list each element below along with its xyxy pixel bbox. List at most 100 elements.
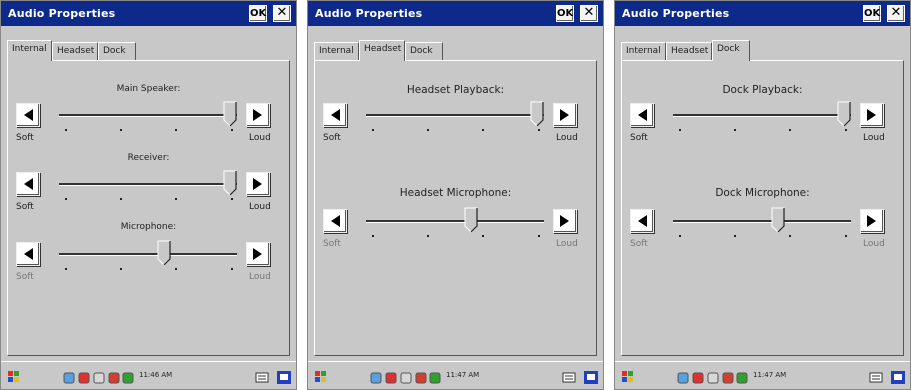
slider-tick — [733, 129, 736, 131]
keyboard-icon[interactable] — [869, 369, 883, 383]
decrease-button[interactable] — [16, 172, 40, 196]
loud-label: Loud — [249, 133, 271, 143]
taskbar: 11:46 AM — [1, 361, 296, 389]
arrow-right-icon — [253, 248, 262, 260]
decrease-button[interactable] — [323, 209, 347, 233]
arrow-left-icon — [24, 248, 33, 260]
sound-icon — [722, 369, 736, 384]
slider-tick — [481, 235, 484, 237]
slider-tick — [65, 129, 67, 131]
close-button[interactable]: ✕ — [273, 5, 291, 22]
slider-tick — [481, 129, 484, 131]
slider-thumb[interactable] — [464, 207, 478, 237]
slider-track[interactable] — [673, 220, 851, 223]
tab-dock[interactable]: Dock — [712, 40, 750, 61]
increase-button[interactable] — [553, 209, 577, 233]
loud-label: Loud — [556, 133, 578, 143]
network-icon — [677, 369, 691, 384]
slider-tick — [372, 235, 374, 237]
battery-icon — [122, 369, 136, 384]
slider-thumb[interactable] — [837, 101, 851, 131]
close-button[interactable]: ✕ — [887, 5, 905, 22]
slider-thumb[interactable] — [530, 101, 544, 131]
soft-label: Soft — [16, 133, 34, 143]
ok-button[interactable]: OK — [863, 5, 881, 22]
battery-icon — [429, 369, 443, 384]
slider-thumb[interactable] — [771, 207, 785, 237]
soft-label: Soft — [16, 272, 34, 282]
slider-track[interactable] — [59, 114, 237, 117]
close-button[interactable]: ✕ — [580, 5, 598, 22]
tab-dock[interactable]: Dock — [405, 42, 443, 60]
slider-label: Receiver: — [127, 153, 170, 163]
slider-tick — [65, 268, 67, 270]
arrow-right-icon — [867, 215, 876, 227]
arrow-right-icon — [560, 109, 569, 121]
slider-tick — [65, 198, 67, 200]
tab-headset[interactable]: Headset — [359, 40, 405, 61]
arrow-right-icon — [867, 109, 876, 121]
clock-text: 11:47 AM — [753, 371, 787, 379]
arrow-right-icon — [560, 215, 569, 227]
decrease-button[interactable] — [630, 209, 654, 233]
audio-properties-window: Audio Properties OK ✕ Internal Headset Dock Ma… — [0, 0, 297, 390]
slider-label: Dock Playback: — [722, 84, 803, 96]
arrow-right-icon — [253, 178, 262, 190]
tab-internal[interactable]: Internal — [314, 42, 359, 60]
increase-button[interactable] — [860, 103, 884, 127]
tab-dock[interactable]: Dock — [98, 42, 136, 60]
soft-label: Soft — [630, 133, 648, 143]
slider-thumb[interactable] — [223, 101, 237, 131]
slider-track[interactable] — [59, 253, 237, 256]
slider-track[interactable] — [366, 220, 544, 223]
loud-label: Loud — [249, 202, 271, 212]
slider-tick — [119, 198, 122, 200]
arrow-left-icon — [638, 109, 647, 121]
slider-tick — [426, 129, 429, 131]
increase-button[interactable] — [246, 103, 270, 127]
slider-tick — [119, 268, 122, 270]
window-title: Audio Properties — [315, 7, 423, 20]
increase-button[interactable] — [860, 209, 884, 233]
keyboard-icon[interactable] — [255, 369, 269, 383]
desktop-icon[interactable] — [277, 369, 291, 384]
slider-tick — [174, 129, 177, 131]
network-icon — [707, 369, 721, 384]
slider-tick — [679, 235, 681, 237]
slider-tick — [426, 235, 429, 237]
start-icon[interactable] — [7, 369, 21, 383]
slider-track[interactable] — [366, 114, 544, 117]
slider-thumb[interactable] — [157, 240, 171, 270]
slider-track[interactable] — [59, 183, 237, 186]
ok-button[interactable]: OK — [556, 5, 574, 22]
decrease-button[interactable] — [630, 103, 654, 127]
start-icon[interactable] — [621, 369, 635, 383]
title-bar: Audio Properties OK ✕ — [1, 1, 296, 26]
increase-button[interactable] — [246, 172, 270, 196]
tab-internal[interactable]: Internal — [7, 40, 52, 61]
decrease-button[interactable] — [16, 242, 40, 266]
start-icon[interactable] — [314, 369, 328, 383]
slider-tick — [119, 129, 122, 131]
keyboard-icon[interactable] — [562, 369, 576, 383]
slider-tick — [788, 129, 791, 131]
network-icon — [692, 369, 706, 384]
increase-button[interactable] — [246, 242, 270, 266]
tab-headset[interactable]: Headset — [52, 42, 98, 60]
loud-label: Loud — [249, 272, 271, 282]
slider-tick — [733, 235, 736, 237]
network-icon — [63, 369, 77, 384]
tab-internal[interactable]: Internal — [621, 42, 666, 60]
slider-thumb[interactable] — [223, 170, 237, 200]
desktop-icon[interactable] — [584, 369, 598, 384]
soft-label: Soft — [630, 239, 648, 249]
increase-button[interactable] — [553, 103, 577, 127]
title-bar: Audio Properties OK ✕ — [615, 1, 910, 26]
desktop-icon[interactable] — [891, 369, 905, 384]
ok-button[interactable]: OK — [249, 5, 267, 22]
decrease-button[interactable] — [323, 103, 347, 127]
decrease-button[interactable] — [16, 103, 40, 127]
tab-headset[interactable]: Headset — [666, 42, 712, 60]
slider-track[interactable] — [673, 114, 851, 117]
slider-tick — [174, 198, 177, 200]
